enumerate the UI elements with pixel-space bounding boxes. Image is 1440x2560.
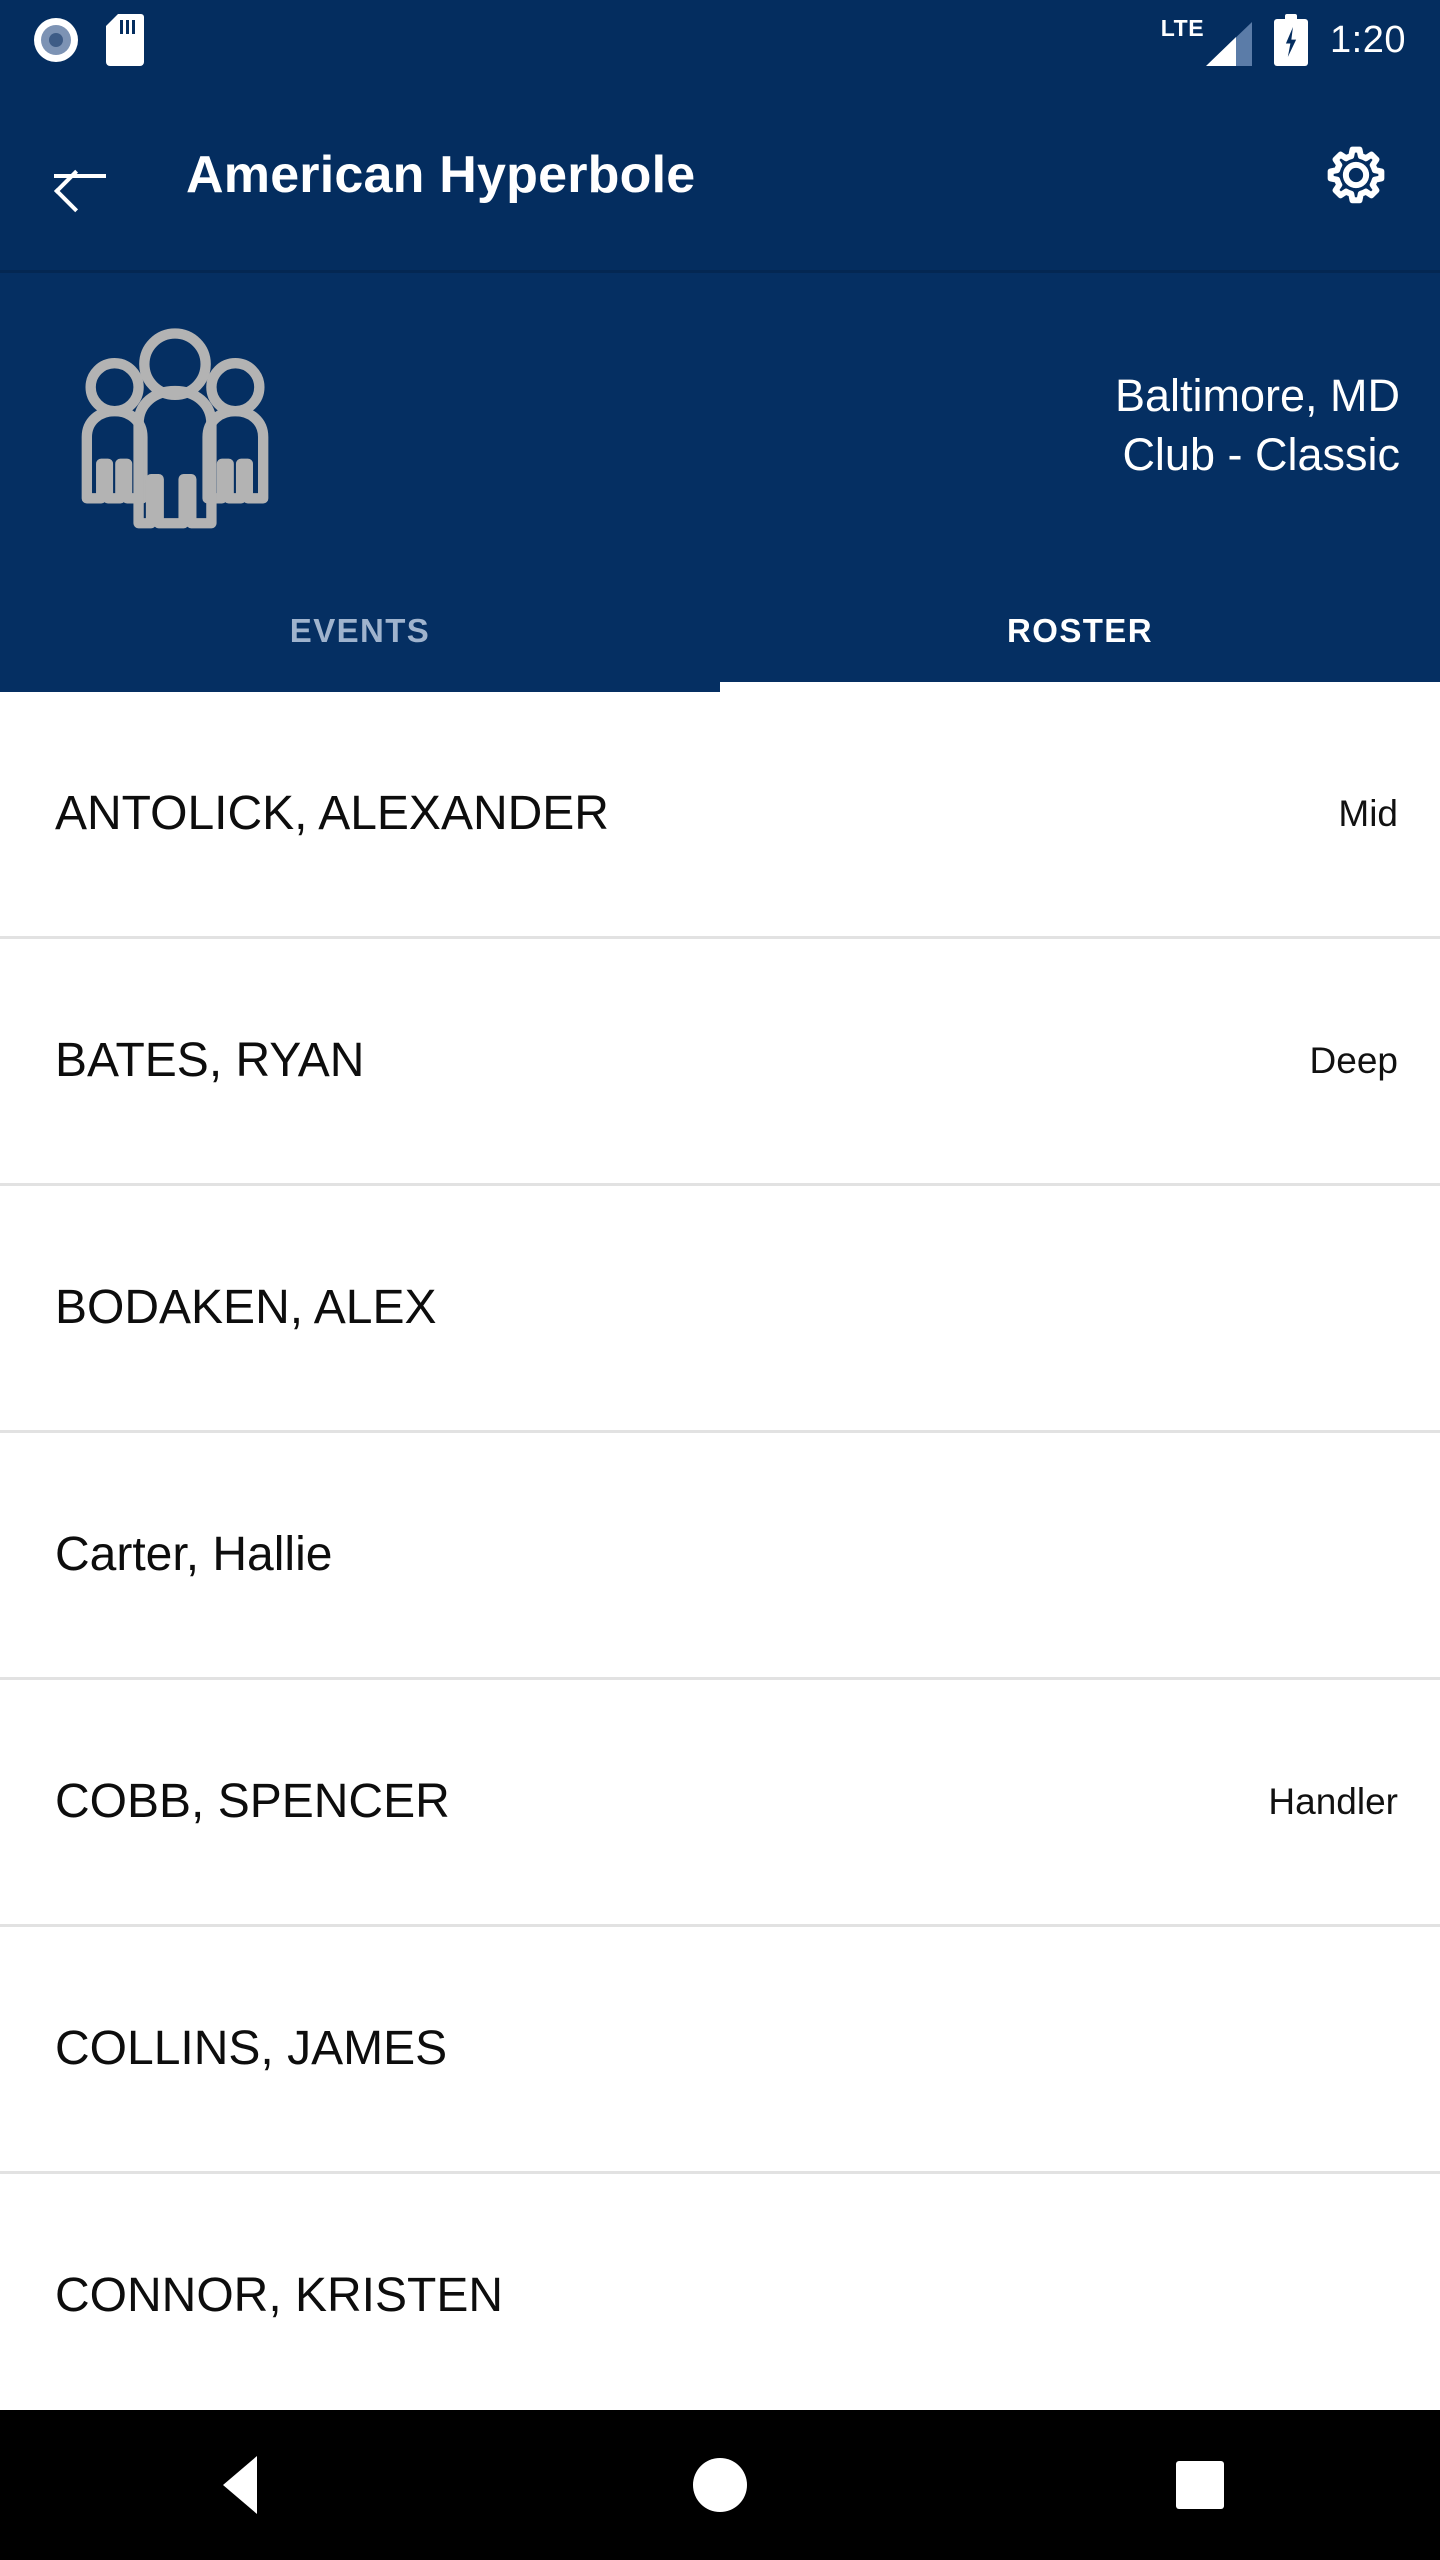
status-bar-right: LTE 1:20 bbox=[1161, 14, 1406, 66]
team-division: Club - Classic bbox=[1122, 429, 1400, 480]
signal-bars-icon: LTE bbox=[1160, 14, 1253, 66]
tab-events-label: EVENTS bbox=[289, 612, 431, 649]
player-name: BODAKEN, ALEX bbox=[55, 1281, 437, 1334]
player-role: Deep bbox=[1309, 1040, 1398, 1081]
table-row[interactable]: COBB, SPENCER Handler bbox=[0, 1680, 1440, 1927]
player-role: Handler bbox=[1268, 1781, 1398, 1822]
tab-roster[interactable]: ROSTER bbox=[720, 580, 1440, 692]
status-bar-left bbox=[34, 14, 144, 66]
table-row[interactable]: BATES, RYAN Deep bbox=[0, 939, 1440, 1186]
player-role: Mid bbox=[1338, 793, 1398, 834]
home-circle-icon[interactable] bbox=[640, 2410, 800, 2560]
team-header: Baltimore, MD Club - Classic bbox=[0, 270, 1440, 580]
player-name: COBB, SPENCER bbox=[55, 1775, 450, 1828]
team-meta: Baltimore, MD Club - Classic bbox=[1115, 366, 1400, 485]
app-bar: American Hyperbole bbox=[0, 80, 1440, 270]
table-row[interactable]: COLLINS, JAMES bbox=[0, 1927, 1440, 2174]
page-title: American Hyperbole bbox=[186, 146, 696, 204]
app-root: LTE 1:20 American Hyperbole Baltimore, M… bbox=[0, 0, 1440, 2560]
team-group-placeholder-icon bbox=[60, 318, 290, 533]
tab-roster-label: ROSTER bbox=[1007, 612, 1153, 649]
back-arrow-icon[interactable] bbox=[50, 145, 110, 213]
status-bar: LTE 1:20 bbox=[0, 0, 1440, 80]
back-triangle-icon[interactable] bbox=[160, 2410, 320, 2560]
table-row[interactable]: ANTOLICK, ALEXANDER Mid bbox=[0, 692, 1440, 939]
battery-charging-icon bbox=[1274, 14, 1309, 66]
team-location: Baltimore, MD bbox=[1114, 369, 1400, 421]
tab-active-indicator bbox=[720, 682, 1440, 692]
network-type-label: LTE bbox=[1160, 15, 1205, 41]
sdcard-icon bbox=[106, 14, 144, 66]
roster-list[interactable]: ANTOLICK, ALEXANDER Mid BATES, RYAN Deep… bbox=[0, 692, 1440, 2410]
player-name: COLLINS, JAMES bbox=[55, 2022, 448, 2075]
table-row[interactable]: Carter, Hallie bbox=[0, 1433, 1440, 1680]
tab-events[interactable]: EVENTS bbox=[0, 580, 720, 692]
android-navigation-bar bbox=[0, 2410, 1440, 2560]
player-name: ANTOLICK, ALEXANDER bbox=[55, 787, 609, 840]
record-icon bbox=[34, 18, 78, 62]
gear-icon[interactable] bbox=[1318, 137, 1394, 213]
tab-bar: EVENTS ROSTER bbox=[0, 580, 1440, 692]
recents-square-icon[interactable] bbox=[1120, 2410, 1280, 2560]
status-bar-clock: 1:20 bbox=[1330, 19, 1406, 61]
table-row[interactable]: CONNOR, KRISTEN bbox=[0, 2174, 1440, 2410]
table-row[interactable]: BODAKEN, ALEX bbox=[0, 1186, 1440, 1433]
player-name: BATES, RYAN bbox=[55, 1034, 365, 1087]
player-name: CONNOR, KRISTEN bbox=[55, 2269, 504, 2322]
player-name: Carter, Hallie bbox=[55, 1528, 333, 1581]
